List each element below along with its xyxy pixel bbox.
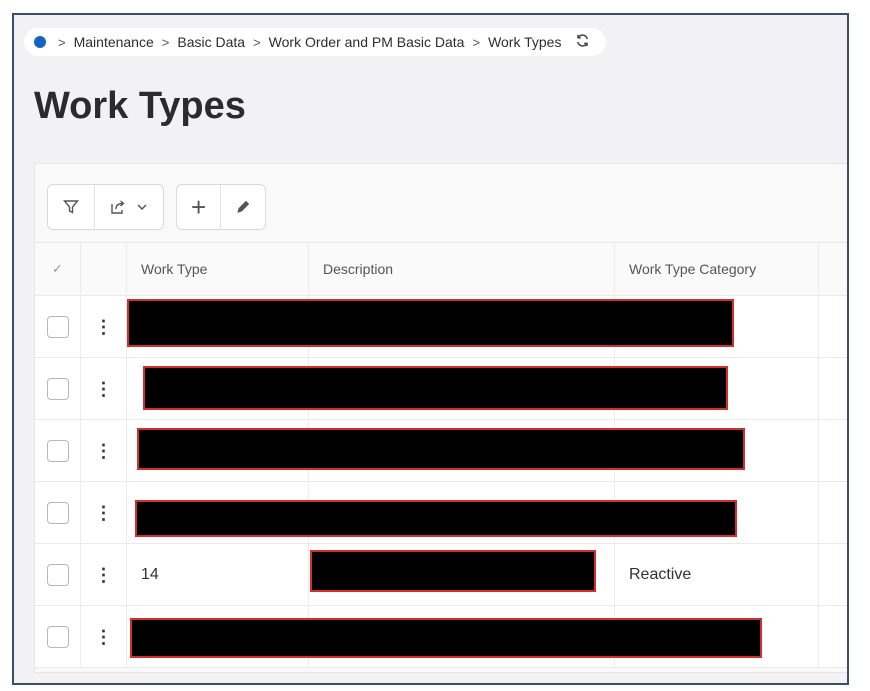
row-checkbox[interactable] xyxy=(46,563,69,586)
column-header-work-type[interactable]: Work Type xyxy=(127,243,309,295)
breadcrumb-separator: > xyxy=(253,34,261,50)
row-checkbox[interactable] xyxy=(46,625,69,648)
app-window: > Maintenance > Basic Data > Work Order … xyxy=(12,13,849,685)
page-title: Work Types xyxy=(34,85,246,127)
breadcrumb-item-maintenance[interactable]: Maintenance xyxy=(74,34,154,50)
column-header-work-type-category[interactable]: Work Type Category xyxy=(615,243,819,295)
filter-button[interactable] xyxy=(48,185,95,229)
check-icon: ✓ xyxy=(52,261,63,276)
breadcrumb-item-basic-data[interactable]: Basic Data xyxy=(177,34,245,50)
home-icon[interactable] xyxy=(34,36,46,48)
add-edit-group: + xyxy=(176,184,267,230)
table-row[interactable]: ⋮ xyxy=(35,482,847,544)
breadcrumb: > Maintenance > Basic Data > Work Order … xyxy=(24,28,607,56)
row-menu-cell: ⋮ xyxy=(81,482,127,543)
column-header-description[interactable]: Description xyxy=(309,243,615,295)
filter-export-group xyxy=(47,184,164,230)
more-options-icon[interactable]: ⋮ xyxy=(95,380,113,398)
export-icon xyxy=(111,200,125,214)
column-header-filler xyxy=(819,243,847,295)
table-row[interactable]: ⋮ xyxy=(35,358,847,420)
redaction-block xyxy=(127,299,734,347)
filler-cell xyxy=(819,420,847,481)
category-cell: Reactive xyxy=(615,544,819,605)
row-menu-cell: ⋮ xyxy=(81,420,127,481)
export-button[interactable] xyxy=(95,185,163,229)
more-options-icon[interactable]: ⋮ xyxy=(95,442,113,460)
table-row[interactable]: ⋮ xyxy=(35,420,847,482)
row-menu-cell: ⋮ xyxy=(81,606,127,667)
row-menu-cell: ⋮ xyxy=(81,544,127,605)
breadcrumb-item-work-types: Work Types xyxy=(488,34,562,50)
redaction-block xyxy=(310,550,596,592)
breadcrumb-separator: > xyxy=(58,34,66,50)
more-options-icon[interactable]: ⋮ xyxy=(95,504,113,522)
work-types-table: ✓ Work Type Description Work Type Catego… xyxy=(35,242,847,668)
row-menu-cell: ⋮ xyxy=(81,358,127,419)
breadcrumb-item-work-order-pm-basic-data[interactable]: Work Order and PM Basic Data xyxy=(269,34,465,50)
work-types-panel: + ✓ Work Type Description Work Type Cate… xyxy=(34,163,847,673)
table-toolbar: + xyxy=(47,184,267,230)
select-all-checkbox[interactable]: ✓ xyxy=(35,243,81,295)
work-type-cell: 14 xyxy=(127,544,309,605)
row-select-cell xyxy=(35,420,81,481)
row-checkbox[interactable] xyxy=(46,377,69,400)
row-select-cell xyxy=(35,296,81,357)
plus-icon: + xyxy=(191,191,207,222)
filler-cell xyxy=(819,358,847,419)
breadcrumb-separator: > xyxy=(161,34,170,50)
redaction-block xyxy=(143,366,728,410)
row-checkbox[interactable] xyxy=(46,315,69,338)
table-row[interactable]: ⋮ xyxy=(35,606,847,668)
filter-icon xyxy=(63,200,79,214)
table-header-row: ✓ Work Type Description Work Type Catego… xyxy=(35,243,847,296)
breadcrumb-separator: > xyxy=(472,34,481,50)
more-options-icon[interactable]: ⋮ xyxy=(95,628,113,646)
add-button[interactable]: + xyxy=(177,185,222,229)
table-row[interactable]: ⋮ xyxy=(35,296,847,358)
filler-cell xyxy=(819,296,847,357)
chevron-down-icon xyxy=(137,204,147,211)
table-row[interactable]: ⋮ 14 Reactive xyxy=(35,544,847,606)
filler-cell xyxy=(819,544,847,605)
more-options-icon[interactable]: ⋮ xyxy=(95,566,113,584)
row-select-cell xyxy=(35,606,81,667)
redaction-block xyxy=(135,500,737,537)
row-select-cell xyxy=(35,358,81,419)
more-options-icon[interactable]: ⋮ xyxy=(95,318,113,336)
pencil-icon xyxy=(237,200,250,213)
filler-cell xyxy=(819,482,847,543)
row-menu-header xyxy=(81,243,127,295)
refresh-icon[interactable] xyxy=(575,33,590,52)
row-checkbox[interactable] xyxy=(46,439,69,462)
edit-button[interactable] xyxy=(221,185,265,229)
row-select-cell xyxy=(35,544,81,605)
redaction-block xyxy=(137,428,745,470)
row-checkbox[interactable] xyxy=(46,501,69,524)
filler-cell xyxy=(819,606,847,667)
redaction-block xyxy=(130,618,762,658)
row-menu-cell: ⋮ xyxy=(81,296,127,357)
row-select-cell xyxy=(35,482,81,543)
